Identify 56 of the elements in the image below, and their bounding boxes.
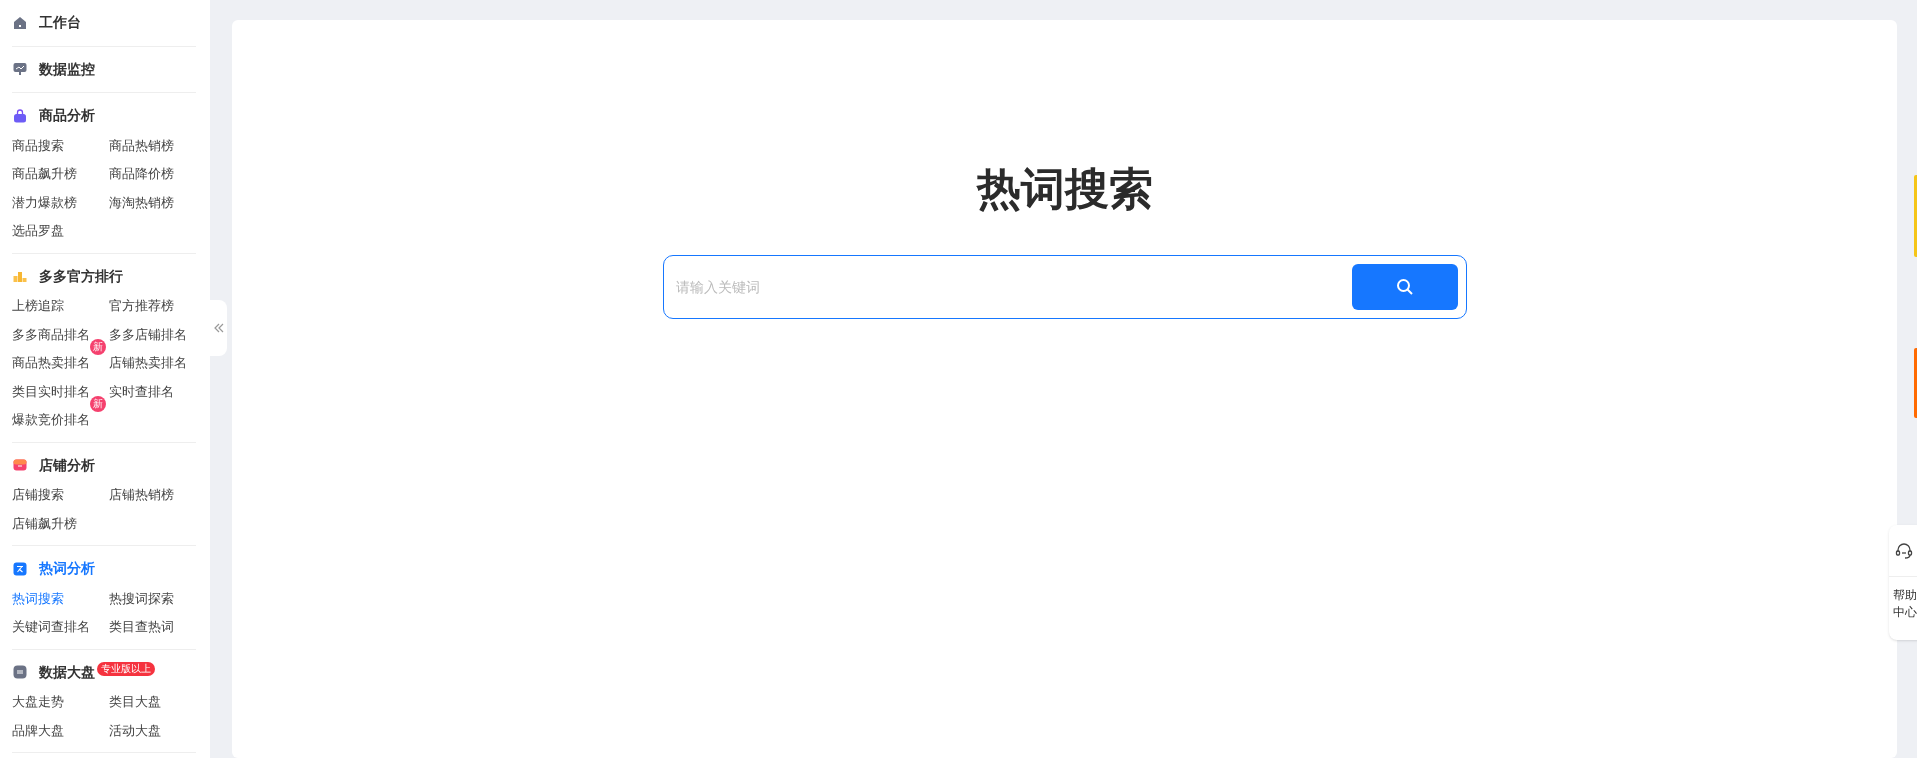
shopping-bag-icon <box>13 108 27 123</box>
tier-badge: 专业版以上 <box>97 662 155 677</box>
menu-item[interactable]: 上榜追踪 <box>12 298 64 314</box>
menu-item[interactable]: 爆款竞价排名 <box>12 412 90 428</box>
section-title[interactable]: 数据监控 <box>39 58 95 80</box>
menu-item[interactable]: 实时查排名 <box>109 383 174 399</box>
section-title[interactable]: 店铺分析 <box>39 454 95 476</box>
podium-icon <box>13 269 27 284</box>
shop-icon <box>13 458 27 473</box>
menu-item[interactable]: 类目实时排名 <box>12 383 90 399</box>
section-title[interactable]: 商品分析 <box>39 105 95 127</box>
collapse-button[interactable] <box>210 300 227 356</box>
menu-item[interactable]: 多多商品排名 <box>12 326 90 342</box>
search-button[interactable] <box>1351 264 1458 310</box>
new-badge: 新 <box>90 339 106 356</box>
new-badge: 新 <box>90 396 106 413</box>
menu-item[interactable]: 热词搜索 <box>12 590 64 606</box>
menu-item[interactable]: 商品热卖排名 <box>12 355 90 371</box>
menu-item[interactable]: 商品热销榜 <box>109 137 174 153</box>
headset-icon <box>1895 541 1913 560</box>
menu-item[interactable]: 类目查热词 <box>109 619 174 635</box>
menu-item[interactable]: 店铺热卖排名 <box>109 355 187 371</box>
section-title[interactable]: 热词分析 <box>39 558 95 580</box>
section-title[interactable]: 多多官方排行 <box>39 265 123 287</box>
section-title[interactable]: 数据大盘 <box>39 661 95 683</box>
side-tab[interactable] <box>1914 348 1917 418</box>
menu-item[interactable]: 热搜词探索 <box>109 590 174 606</box>
monitor-icon <box>13 62 27 77</box>
menu-item[interactable]: 品牌大盘 <box>12 722 64 738</box>
menu-item[interactable]: 官方推荐榜 <box>109 298 174 314</box>
search-input[interactable]: 请输入关键词 <box>675 276 1352 298</box>
double-chevron-left-icon <box>213 323 224 333</box>
menu-item[interactable]: 店铺搜索 <box>12 487 64 503</box>
menu-item[interactable]: 选品罗盘 <box>12 223 64 239</box>
menu-item[interactable]: 大盘走势 <box>12 694 64 710</box>
menu-item[interactable]: 店铺热销榜 <box>109 487 174 503</box>
menu-item[interactable]: 类目大盘 <box>109 694 161 710</box>
menu-item[interactable]: 店铺飙升榜 <box>12 515 77 531</box>
search-icon <box>1395 278 1414 296</box>
menu-item[interactable]: 潜力爆款榜 <box>12 194 77 210</box>
menu-item[interactable]: 多多店铺排名 <box>109 326 187 342</box>
menu-item[interactable]: 商品飙升榜 <box>12 166 77 182</box>
help-center-label: 帮助中心 <box>1893 587 1917 621</box>
dashboard-icon <box>13 665 27 680</box>
section-title[interactable]: 工作台 <box>39 12 81 34</box>
menu-item[interactable]: 商品降价榜 <box>109 166 174 182</box>
translate-icon <box>13 561 27 576</box>
home-icon <box>13 15 27 30</box>
menu-item[interactable]: 商品搜索 <box>12 137 64 153</box>
menu-item[interactable]: 海淘热销榜 <box>109 194 174 210</box>
menu-item[interactable]: 关键词查排名 <box>12 619 90 635</box>
search-field[interactable]: 请输入关键词 <box>662 255 1467 319</box>
help-widget[interactable]: 帮助中心 <box>1889 525 1917 640</box>
side-tab[interactable] <box>1914 175 1917 257</box>
page-title: 热词搜索 <box>976 165 1153 213</box>
menu-item[interactable]: 活动大盘 <box>109 722 161 738</box>
